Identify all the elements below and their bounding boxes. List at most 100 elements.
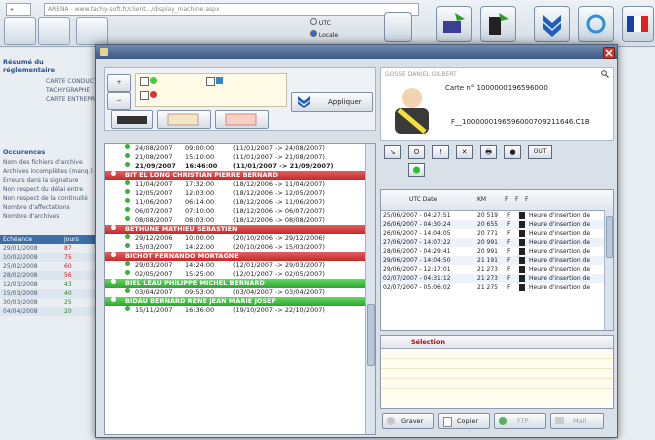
echeance-row[interactable]: 30/03/2008 25: [0, 298, 96, 307]
folder-button[interactable]: [4, 17, 36, 45]
table-row[interactable]: 26/06/2007 - 04:30:24 20 655 F Heure d'inse…: [381, 220, 613, 229]
archive-row[interactable]: 24/08/2007 09:00:00 (11/01/2007 -> 24/08/2…: [105, 144, 375, 153]
echeance-row[interactable]: 25/02/2008 60: [0, 262, 96, 271]
occurrence-item[interactable]: Non respect du délai entre: [0, 185, 96, 194]
col-header-date[interactable]: UTC Date: [409, 190, 437, 210]
events-table-scroll-thumb[interactable]: [606, 216, 613, 258]
echeance-row[interactable]: 28/02/2008 56: [0, 271, 96, 280]
archive-row[interactable]: 15/11/2007 16:36:00 (19/10/2007 -> 22/10/2…: [105, 306, 375, 315]
copy-button[interactable]: Copier: [438, 413, 490, 429]
driver-group-header[interactable]: BICHOT FERNANDO MORTAGNE: [105, 252, 375, 261]
tools-button[interactable]: [38, 17, 70, 45]
download-card-button[interactable]: [436, 6, 472, 42]
driver-group-header[interactable]: BIT EL LONG CHRISTIAN PIERRE BERNARD: [105, 171, 375, 180]
archive-row[interactable]: 06/07/2007 07:10:00 (18/12/2006 -> 06/07/2…: [105, 207, 375, 216]
table-row[interactable]: 29/06/2007 - 14:04:50 21 191 F Heure d'inse…: [381, 256, 613, 265]
event-description: Heure d'insertion de: [529, 212, 591, 219]
expand-button[interactable]: +: [107, 74, 131, 92]
occurrence-item[interactable]: Nom des fichiers d'archive: [0, 158, 96, 167]
events-table-scrollbar[interactable]: [604, 210, 613, 330]
driver-card-filter-button[interactable]: [215, 110, 269, 129]
resume-item[interactable]: TACHYGRAPHE: [0, 86, 96, 95]
echeance-row[interactable]: 15/03/2008 40: [0, 289, 96, 298]
green-status-button[interactable]: [408, 163, 425, 177]
table-row[interactable]: 27/06/2007 - 14:07:22 20 991 F Heure d'inse…: [381, 238, 613, 247]
upload-icon[interactable]: [384, 12, 412, 42]
archive-row[interactable]: 21/09/2007 16:46:00 (11/01/2007 -> 21/09/2…: [105, 162, 375, 171]
archive-row[interactable]: 12/05/2007 12:03:00 (18/12/2006 -> 12/05/2…: [105, 189, 375, 198]
col-header-km[interactable]: KM: [477, 190, 486, 210]
occurrence-item[interactable]: Nombre d'archives: [0, 212, 96, 221]
apply-button[interactable]: Appliquer: [291, 92, 373, 112]
archive-row[interactable]: 29/12/2006 10:00:00 (20/10/2006 -> 29/12/2…: [105, 234, 375, 243]
back-input[interactable]: ◂: [6, 3, 31, 16]
archive-row[interactable]: 15/03/2007 14:22:00 (20/10/2006 -> 15/03/2…: [105, 243, 375, 252]
driving-action-button[interactable]: ↘: [384, 145, 401, 159]
close-button[interactable]: [603, 47, 615, 59]
rest-action-button[interactable]: O: [408, 145, 425, 159]
occurrence-item[interactable]: Non respect de la continuité: [0, 194, 96, 203]
mail-button[interactable]: Mail: [550, 413, 604, 429]
import-button[interactable]: [534, 6, 570, 42]
archive-list-scrollbar[interactable]: [365, 144, 375, 434]
archive-row[interactable]: 11/06/2007 06:14:00 (18/12/2006 -> 11/06/2…: [105, 198, 375, 207]
table-row[interactable]: 25/06/2007 - 04:27:51 20 519 F Heure d'inse…: [381, 211, 613, 220]
archive-date: 15/03/2007: [135, 243, 173, 251]
url-field[interactable]: ARENA - www.tachy-soft.fr/client.../disp…: [44, 3, 419, 16]
search-icon[interactable]: [601, 70, 609, 80]
events-table-body: 25/06/2007 - 04:27:51 20 519 F Heure d'inse…: [381, 211, 613, 292]
flag-button[interactable]: [622, 6, 654, 42]
archive-row[interactable]: 29/03/2007 14:24:00 (12/01/2007 -> 29/03/2…: [105, 261, 375, 270]
occurrence-item[interactable]: Archives incomplètes (manq.): [0, 167, 96, 176]
echeance-row[interactable]: 04/04/2008 20: [0, 307, 96, 316]
driver-group-header[interactable]: BETHUNE MATHIEU SEBASTIEN: [105, 225, 375, 234]
driver-group-header[interactable]: BIEL LEAU PHILIPPE MICHEL BERNARD: [105, 279, 375, 288]
tachograph-filter-button[interactable]: [111, 110, 153, 129]
table-row[interactable]: 02/07/2007 - 05:06:02 21 275 F Heure d'inse…: [381, 283, 613, 292]
ftp-button[interactable]: FTP: [494, 413, 546, 429]
archive-row[interactable]: 11/04/2007 17:32:00 (18/12/2006 -> 11/04/2…: [105, 180, 375, 189]
print-action-button[interactable]: 🖶: [480, 145, 497, 159]
echeance-row[interactable]: 10/02/2008 75: [0, 253, 96, 262]
archive-time: 17:32:00: [185, 180, 215, 188]
archive-list-scroll-thumb[interactable]: [367, 304, 375, 366]
table-row[interactable]: 28/06/2007 - 04:29:41 20 991 F Heure d'inse…: [381, 247, 613, 256]
filter-checkbox-red[interactable]: [140, 91, 149, 100]
timezone-selector[interactable]: UTC Locale: [310, 18, 338, 39]
archive-row[interactable]: 21/08/2007 15:10:00 (11/01/2007 -> 21/08/2…: [105, 153, 375, 162]
occurrence-item[interactable]: Erreurs dans la signature: [0, 176, 96, 185]
resume-item[interactable]: CARTE CONDUCTEUR: [0, 77, 96, 86]
collapse-button[interactable]: −: [107, 92, 131, 110]
event-description: Heure d'insertion de: [529, 257, 591, 264]
copy-label: Copier: [457, 417, 479, 425]
archive-row[interactable]: 02/05/2007 15:25:00 (12/01/2007 -> 02/05/2…: [105, 270, 375, 279]
out-action-button[interactable]: OUT: [528, 145, 552, 159]
delete-action-button[interactable]: ✕: [456, 145, 473, 159]
filter-checkbox-green[interactable]: [140, 77, 149, 86]
col-header-f3[interactable]: F: [525, 190, 528, 210]
event-flag: F: [507, 239, 511, 246]
resume-item[interactable]: CARTE ENTREPRISE: [0, 95, 96, 104]
truck-button[interactable]: [76, 17, 108, 45]
filter-checkbox-card[interactable]: [206, 77, 215, 86]
col-header-f2[interactable]: F: [515, 190, 518, 210]
driver-group-header[interactable]: BIDAU BERNARD RENE JEAN MARIE JOSEF: [105, 297, 375, 306]
warning-action-button[interactable]: !: [432, 145, 449, 159]
sync-button[interactable]: [578, 6, 614, 42]
selection-header-label[interactable]: Sélection: [411, 336, 445, 348]
occurrence-item[interactable]: Nombre d'affectations: [0, 203, 96, 212]
archive-time: 10:00:00: [185, 234, 215, 242]
archive-row[interactable]: 03/04/2007 09:53:00 (03/04/2007 -> 03/04/2…: [105, 288, 375, 297]
table-row[interactable]: 02/07/2007 - 04:31:12 21 273 F Heure d'inse…: [381, 274, 613, 283]
echeance-row[interactable]: 12/03/2008 43: [0, 280, 96, 289]
archive-range: (11/01/2007 -> 21/09/2007): [233, 162, 334, 170]
col-header-f1[interactable]: F: [505, 190, 508, 210]
company-card-filter-button[interactable]: [157, 110, 211, 129]
download-tacho-button[interactable]: [480, 6, 516, 42]
table-row[interactable]: 29/06/2007 - 12:17:01 21 273 F Heure d'inse…: [381, 265, 613, 274]
burn-button[interactable]: Graver: [382, 413, 434, 429]
echeance-row[interactable]: 29/01/2008 87: [0, 244, 96, 253]
record-action-button[interactable]: ●: [504, 145, 521, 159]
table-row[interactable]: 26/06/2007 - 14:04:05 20 771 F Heure d'inse…: [381, 229, 613, 238]
archive-row[interactable]: 08/08/2007 08:03:00 (18/12/2006 -> 08/08/2…: [105, 216, 375, 225]
